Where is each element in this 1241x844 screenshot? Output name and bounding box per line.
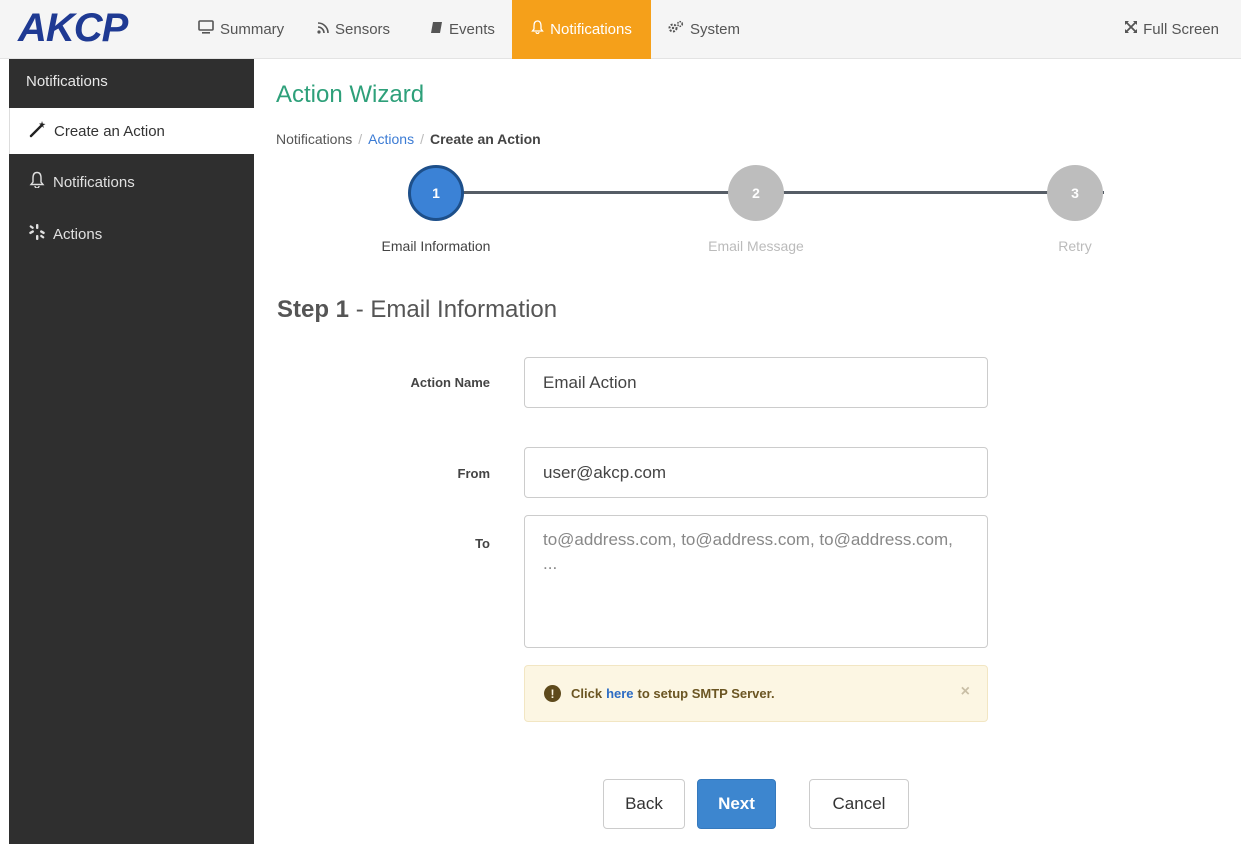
step-heading-rest: - Email Information <box>349 296 558 323</box>
fullscreen-label: Full Screen <box>1143 21 1219 38</box>
fullscreen-button[interactable]: Full Screen <box>1124 0 1219 59</box>
alert-suffix: to setup SMTP Server. <box>637 686 775 701</box>
sidebar: Notifications Create an Action Notificat… <box>9 59 254 844</box>
rss-icon <box>317 0 329 59</box>
nav-notifications[interactable]: Notifications <box>512 0 651 59</box>
actions-icon <box>27 223 47 246</box>
monitor-icon <box>198 0 214 59</box>
nav-system-label: System <box>690 21 741 38</box>
breadcrumb-current: Create an Action <box>429 131 541 147</box>
back-button[interactable]: Back <box>603 779 685 829</box>
sidebar-header: Notifications <box>26 73 108 90</box>
gears-icon <box>668 0 684 59</box>
exclamation-circle-icon: ! <box>544 685 561 702</box>
alert-prefix: Click <box>571 686 603 701</box>
action-name-input[interactable] <box>524 357 988 408</box>
from-label: From <box>457 466 491 481</box>
cancel-button[interactable]: Cancel <box>809 779 909 829</box>
step-2-circle[interactable]: 2 <box>728 165 784 221</box>
close-icon[interactable]: × <box>961 683 970 701</box>
bell-icon <box>531 0 544 59</box>
nav-events[interactable]: Events <box>418 0 507 59</box>
nav-system[interactable]: System <box>656 0 752 59</box>
smtp-setup-link[interactable]: here <box>606 686 633 701</box>
top-navbar: AKCP Summary Sensors Events Notification… <box>0 0 1241 59</box>
to-textarea[interactable] <box>524 515 988 648</box>
sidebar-item-actions[interactable]: Actions <box>9 208 254 260</box>
sidebar-item-label: Actions <box>53 225 103 243</box>
expand-icon <box>1124 0 1138 59</box>
nav-notifications-label: Notifications <box>550 21 632 38</box>
sidebar-item-label: Notifications <box>53 173 135 191</box>
to-label: To <box>475 536 490 551</box>
step-1-circle[interactable]: 1 <box>408 165 464 221</box>
nav-sensors[interactable]: Sensors <box>305 0 402 59</box>
step-3-circle[interactable]: 3 <box>1047 165 1103 221</box>
sidebar-item-label: Create an Action <box>54 122 165 140</box>
nav-events-label: Events <box>449 21 495 38</box>
magic-wand-icon <box>28 120 48 143</box>
step-3-label: Retry <box>1058 238 1092 254</box>
sidebar-item-create-action[interactable]: Create an Action <box>9 108 254 154</box>
step-2-label: Email Message <box>708 238 804 254</box>
book-icon <box>430 0 443 59</box>
page-title: Action Wizard <box>276 81 425 108</box>
nav-sensors-label: Sensors <box>335 21 391 38</box>
breadcrumb-root: Notifications <box>276 131 353 147</box>
sidebar-item-notifications[interactable]: Notifications <box>9 156 254 208</box>
action-name-label: Action Name <box>410 375 490 390</box>
akcp-logo[interactable]: AKCP <box>18 6 128 50</box>
step-1-label: Email Information <box>381 238 491 254</box>
bell-icon <box>27 171 47 193</box>
nav-summary-label: Summary <box>220 21 285 38</box>
step-heading-bold: Step 1 <box>277 296 350 323</box>
breadcrumb: Notifications / Actions / Create an Action <box>276 131 541 147</box>
next-button[interactable]: Next <box>697 779 776 829</box>
smtp-alert: ! Click here to setup SMTP Server. × <box>524 665 988 722</box>
main-content: Action Wizard Notifications / Actions / Crea… <box>254 59 1241 844</box>
nav-summary[interactable]: Summary <box>186 0 296 59</box>
from-input[interactable] <box>524 447 988 498</box>
step-heading: Step 1 - Email Information <box>277 296 557 324</box>
breadcrumb-link-actions[interactable]: Actions <box>368 131 414 147</box>
